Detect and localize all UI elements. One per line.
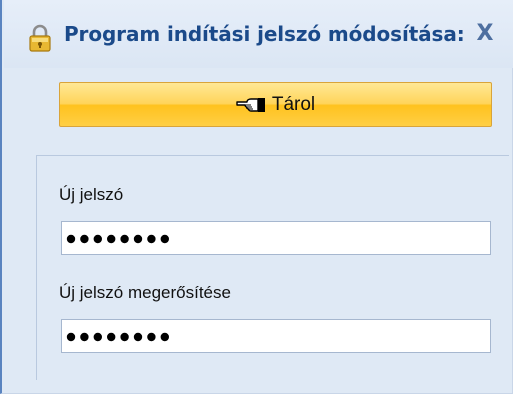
password-mask-dot [66,234,76,244]
password-mask-dot [147,332,156,342]
password-mask-dot [120,234,129,244]
password-change-dialog: Program indítási jelszó módosítása: X Tá… [0,0,513,394]
dialog-title: Program indítási jelszó módosítása: [64,22,465,46]
lock-icon [28,23,52,53]
form-panel: Új jelszó Új jelszó megerősítése [36,155,509,380]
password-mask-dot [80,234,89,244]
password-mask-dot [160,332,169,342]
password-mask-dot [107,234,116,244]
new-password-field[interactable] [61,221,491,255]
password-mask-dot [107,332,116,342]
title-bar: Program indítási jelszó módosítása: X [4,0,513,68]
new-password-label: Új jelszó [59,185,124,204]
password-mask-dot [93,234,102,244]
confirm-password-field[interactable] [61,319,491,353]
confirm-password-label: Új jelszó megerősítése [59,283,231,302]
password-mask-dot [66,332,76,342]
password-mask-dot [120,332,129,342]
password-mask-dot [160,234,169,244]
password-mask-dot [133,332,143,342]
pointing-hand-icon [236,96,266,114]
password-mask-dot [133,234,143,244]
password-mask-dot [93,332,102,342]
save-button[interactable]: Tárol [59,82,492,127]
save-button-label: Tárol [271,93,316,115]
new-password-mask [66,234,169,244]
password-mask-dot [147,234,156,244]
close-button[interactable]: X [470,19,500,49]
confirm-password-mask [66,332,169,342]
password-mask-dot [80,332,89,342]
